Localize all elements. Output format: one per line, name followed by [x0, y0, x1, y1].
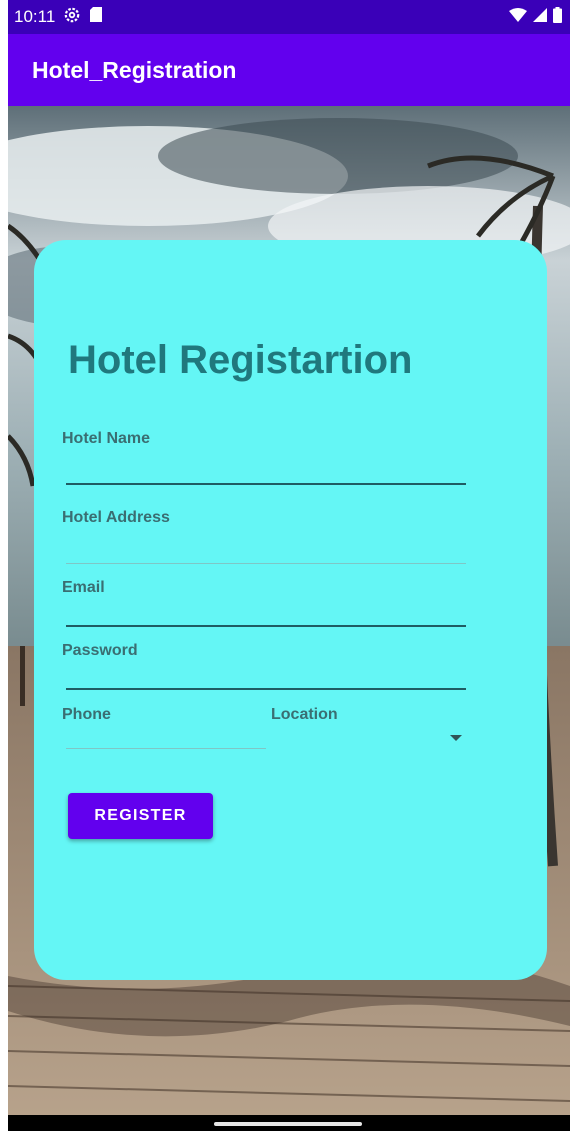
signal-icon	[533, 7, 547, 27]
password-input[interactable]	[66, 660, 468, 690]
status-bar: 10:11	[8, 0, 570, 34]
email-underline	[66, 625, 466, 627]
sd-card-icon	[89, 6, 103, 28]
password-underline	[66, 688, 466, 690]
location-spinner[interactable]	[271, 722, 467, 752]
email-input[interactable]	[66, 597, 468, 627]
status-time: 10:11	[14, 7, 56, 26]
app-bar: Hotel_Registration	[8, 34, 570, 106]
battery-icon	[553, 6, 562, 28]
hotel-address-underline	[66, 563, 466, 564]
phone-input[interactable]	[66, 722, 266, 750]
register-button[interactable]: REGISTER	[68, 793, 213, 839]
email-label: Email	[62, 579, 105, 596]
status-bar-right	[509, 6, 562, 28]
hotel-address-input[interactable]	[66, 533, 468, 565]
hotel-name-input[interactable]	[66, 454, 468, 486]
wifi-icon	[509, 7, 527, 27]
navigation-bar	[8, 1115, 570, 1131]
hotel-name-label: Hotel Name	[62, 430, 151, 447]
home-gesture-handle[interactable]	[214, 1122, 362, 1126]
device-screen: 10:11 Hotel_Registration Hotel Registart…	[8, 0, 570, 1131]
password-label: Password	[62, 642, 138, 659]
phone-underline	[66, 748, 266, 749]
app-title: Hotel_Registration	[32, 56, 237, 83]
dropdown-arrow-icon[interactable]	[450, 735, 462, 741]
status-bar-left: 10:11	[14, 6, 103, 29]
registration-card: Hotel Registartion Hotel Name Hotel Addr…	[34, 240, 547, 980]
settings-gear-icon	[63, 6, 81, 29]
hotel-address-label: Hotel Address	[62, 509, 170, 526]
form-heading: Hotel Registartion	[68, 338, 413, 382]
hotel-name-underline	[66, 483, 466, 485]
